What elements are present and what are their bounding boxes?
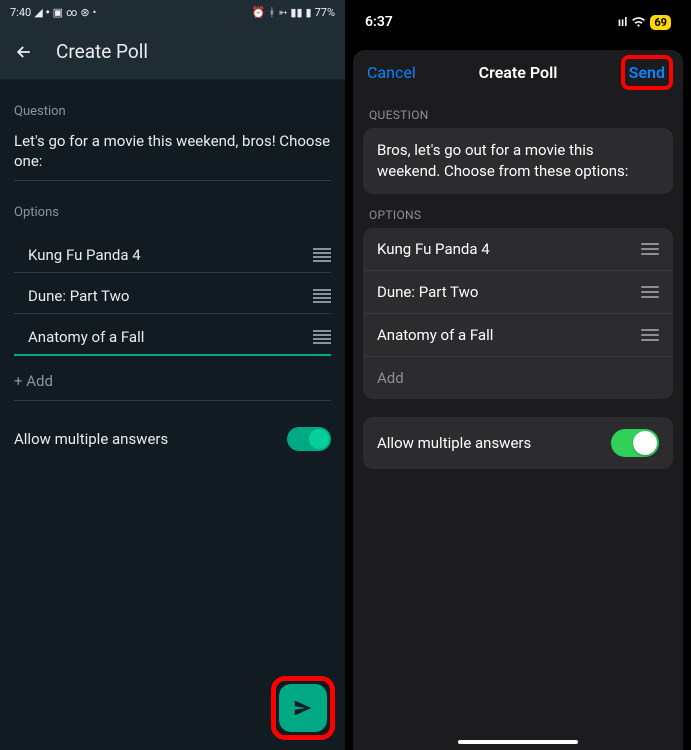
options-label: OPTIONS [353, 194, 683, 228]
status-bar: 7:40 ◢ ⬩ ▣ ∞ ⊛ • ⏰ ᚼ ➳ ▮▮ ▮ 77% [0, 0, 345, 24]
option-row[interactable]: Dune: Part Two [14, 273, 331, 314]
send-highlight: Send [621, 55, 673, 90]
back-button[interactable] [14, 42, 34, 62]
drag-handle-icon[interactable] [313, 289, 331, 303]
option-row[interactable]: Anatomy of a Fall [14, 314, 331, 356]
cancel-button[interactable]: Cancel [367, 63, 416, 82]
add-option-row[interactable]: Add [363, 357, 673, 399]
option-text[interactable]: Anatomy of a Fall [377, 326, 493, 344]
modal-sheet: Cancel Create Poll Send QUESTION Bros, l… [353, 50, 683, 750]
more-icon: ⊛ [80, 6, 89, 19]
ios-screen: 6:37 ııl 69 Cancel Create Poll Send QUES… [345, 0, 691, 750]
allow-multiple-toggle[interactable] [287, 427, 331, 451]
option-row[interactable]: Anatomy of a Fall [363, 314, 673, 357]
drag-handle-icon[interactable] [313, 330, 331, 344]
option-row[interactable]: Kung Fu Panda 4 [14, 232, 331, 273]
settings-card: Allow multiple answers [363, 417, 673, 469]
options-card: Kung Fu Panda 4 Dune: Part Two Anatomy o… [363, 228, 673, 399]
page-title: Create Poll [56, 40, 148, 63]
option-row[interactable]: Dune: Part Two [363, 271, 673, 314]
question-input[interactable]: Bros, let's go out for a movie this week… [363, 128, 673, 194]
option-text[interactable]: Kung Fu Panda 4 [28, 246, 141, 264]
allow-multiple-toggle[interactable] [611, 429, 659, 457]
add-option-label[interactable]: Add [377, 369, 404, 387]
drag-handle-icon[interactable] [313, 248, 331, 262]
dot-icon: • [93, 6, 97, 19]
question-label: QUESTION [353, 94, 683, 128]
options-label: Options [14, 205, 331, 220]
battery-icon: ▮ [306, 6, 312, 19]
allow-multiple-label: Allow multiple answers [14, 430, 168, 448]
drag-handle-icon[interactable] [641, 243, 659, 255]
alarm-icon: ⏰ [252, 6, 266, 19]
drag-handle-icon[interactable] [641, 286, 659, 298]
bluetooth-icon: ᚼ [269, 6, 276, 19]
add-option-button[interactable]: + Add [14, 356, 331, 401]
android-screen: 7:40 ◢ ⬩ ▣ ∞ ⊛ • ⏰ ᚼ ➳ ▮▮ ▮ 77% Create P… [0, 0, 345, 750]
option-row[interactable]: Kung Fu Panda 4 [363, 228, 673, 271]
battery-pct: 77% [315, 6, 335, 19]
status-bar: 6:37 ııl 69 [345, 0, 691, 44]
question-card: Bros, let's go out for a movie this week… [363, 128, 673, 194]
allow-multiple-label: Allow multiple answers [377, 434, 531, 452]
telegram-icon: ◢ [34, 6, 42, 19]
allow-multiple-row: Allow multiple answers [363, 417, 673, 469]
drag-handle-icon[interactable] [641, 329, 659, 341]
modal-header: Cancel Create Poll Send [353, 50, 683, 94]
wifi-icon [631, 17, 646, 28]
link-icon: ∞ [66, 6, 77, 19]
send-button[interactable]: Send [629, 63, 665, 82]
app-header: Create Poll [0, 24, 345, 80]
option-text[interactable]: Dune: Part Two [377, 283, 478, 301]
vibrate-icon: ➳ [278, 6, 287, 19]
status-time: 7:40 [10, 6, 31, 19]
signal-icon: ▮▮ [290, 6, 302, 19]
location-icon: ⬩ [46, 5, 50, 19]
option-text[interactable]: Dune: Part Two [28, 287, 129, 305]
app-icon: ▣ [53, 6, 63, 19]
question-input[interactable]: Let's go for a movie this weekend, bros!… [14, 131, 331, 181]
battery-badge: 69 [650, 15, 671, 30]
status-time: 6:37 [365, 14, 393, 30]
option-text[interactable]: Anatomy of a Fall [28, 328, 144, 346]
allow-multiple-row: Allow multiple answers [14, 427, 331, 451]
question-label: Question [14, 104, 331, 119]
option-text[interactable]: Kung Fu Panda 4 [377, 240, 490, 258]
home-indicator[interactable] [458, 740, 578, 744]
send-fab-button[interactable] [279, 684, 327, 732]
send-highlight [271, 676, 335, 740]
page-title: Create Poll [479, 63, 558, 82]
signal-icon: ııl [618, 15, 628, 29]
poll-form: Question Let's go for a movie this weeke… [0, 80, 345, 750]
